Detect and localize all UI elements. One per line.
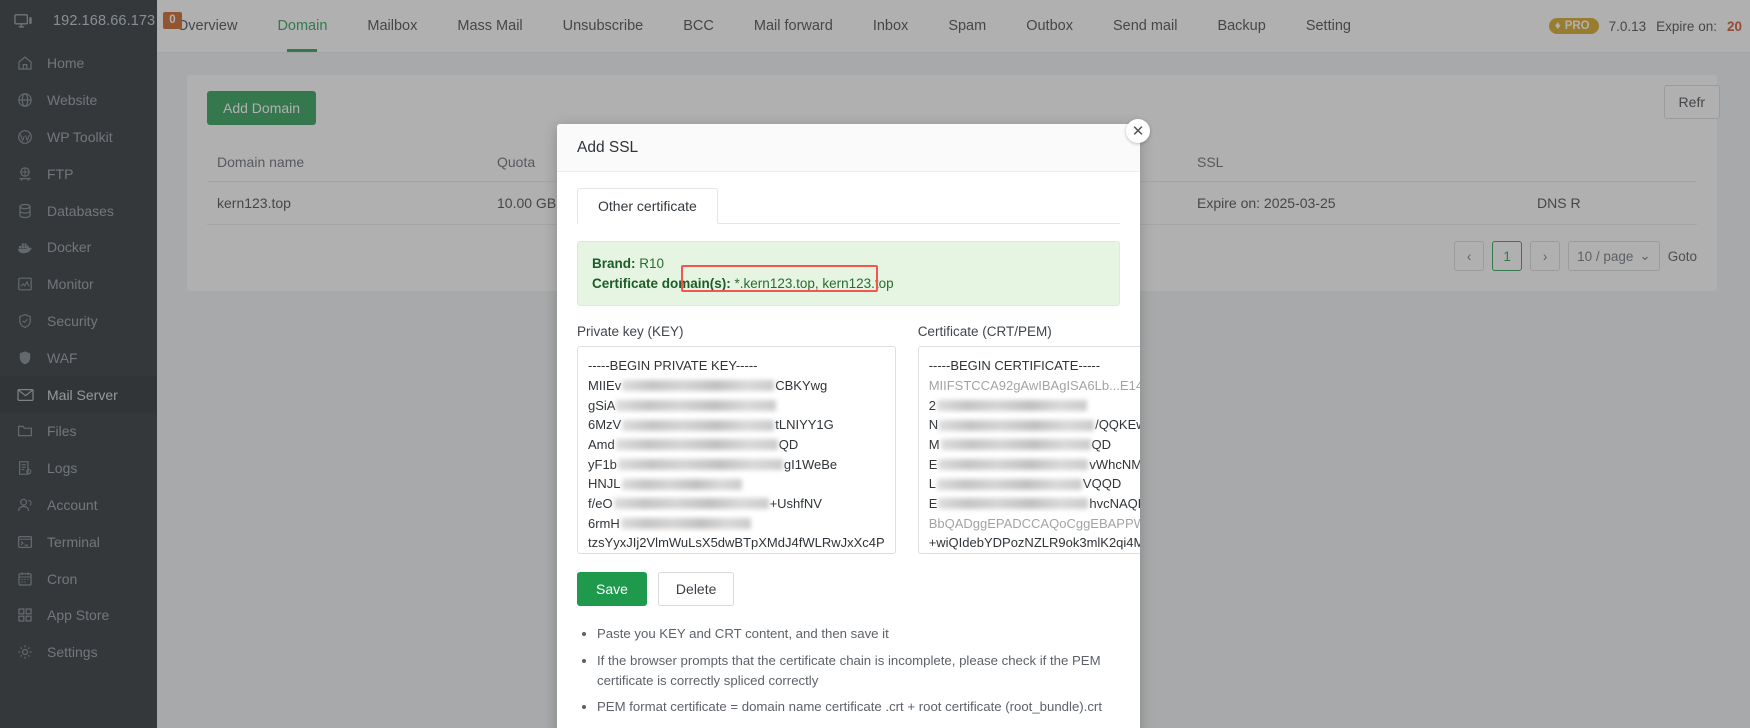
redacted-text [616, 439, 778, 450]
text-line: HNJL [588, 474, 885, 494]
domains-row: Certificate domain(s): *.kern123.top, ke… [592, 274, 1105, 294]
redacted-text [622, 420, 774, 431]
line-prefix: -----BEGIN PRIVATE KEY----- [588, 356, 757, 376]
line-suffix: CBKYwg [775, 376, 827, 396]
line-prefix: E [929, 494, 938, 514]
redacted-text [616, 400, 776, 411]
certificate-field: Certificate (CRT/PEM) -----BEGIN CERTIFI… [918, 324, 1140, 554]
text-line: 2 [929, 396, 1140, 416]
line-suffix: QD [779, 435, 799, 455]
redacted-text [937, 400, 1087, 411]
line-suffix: hvcNAQE [1089, 494, 1140, 514]
private-key-input[interactable]: -----BEGIN PRIVATE KEY-----MIIEv CBKYwg gS… [577, 346, 896, 554]
certificate-fields: Private key (KEY) -----BEGIN PRIVATE KEY… [577, 324, 1120, 554]
line-prefix: 6rmH [588, 514, 620, 534]
certificate-info-banner: Brand: R10 Certificate domain(s): *.kern… [577, 241, 1120, 306]
tip-item: Paste you KEY and CRT content, and then … [597, 624, 1120, 644]
redacted-text [937, 479, 1082, 490]
delete-button[interactable]: Delete [658, 572, 734, 606]
line-suffix: /QQKEw1 [1095, 415, 1140, 435]
text-line: MIIEv CBKYwg [588, 376, 885, 396]
line-prefix: 6MzV [588, 415, 621, 435]
help-tips: Paste you KEY and CRT content, and then … [577, 624, 1120, 718]
line-prefix: -----BEGIN CERTIFICATE----- [929, 356, 1100, 376]
private-key-field: Private key (KEY) -----BEGIN PRIVATE KEY… [577, 324, 896, 554]
certificate-label: Certificate (CRT/PEM) [918, 324, 1140, 339]
line-prefix: HNJL [588, 474, 621, 494]
line-prefix: +wiQIdebYDPozNZLR9ok3mlK2qi4MB9nXIKfstd [929, 533, 1140, 553]
text-line: BbQADggEPADCCAQoCggEBAPPW [929, 514, 1140, 534]
text-line: MIIFSTCCA92gAwIBAgISA6Lb...E14TBLWg/Nu1e [929, 376, 1140, 396]
line-suffix: +UshfNV [770, 494, 822, 514]
line-suffix: tLNIYY1G [775, 415, 834, 435]
redacted-text [941, 439, 1091, 450]
add-ssl-dialog: Add SSL Other certificate Brand: R10 Cer… [557, 124, 1140, 728]
dialog-actions: Save Delete [577, 572, 1120, 606]
domains-label: Certificate domain(s): [592, 276, 731, 291]
brand-row: Brand: R10 [592, 254, 1105, 274]
tip-item: If the browser prompts that the certific… [597, 651, 1120, 692]
line-prefix: Amd [588, 435, 615, 455]
app-root: 192.168.66.173 0 Home Website WP Toolkit [0, 0, 1750, 728]
line-suffix: QD [1092, 435, 1112, 455]
line-suffix: VQQD [1083, 474, 1121, 494]
dialog-body: Other certificate Brand: R10 Certificate… [557, 172, 1140, 728]
redacted-text [939, 420, 1094, 431]
text-line: EvWhcNMj [929, 455, 1140, 475]
line-prefix: 2 [929, 396, 936, 416]
brand-label: Brand: [592, 256, 636, 271]
redacted-text [621, 518, 751, 529]
text-line: yF1b gI1WeBe [588, 455, 885, 475]
dialog-header: Add SSL [557, 124, 1140, 172]
line-prefix: N [929, 415, 938, 435]
tab-other-certificate[interactable]: Other certificate [577, 188, 718, 224]
line-prefix: yF1b [588, 455, 617, 475]
text-line: Amd QD [588, 435, 885, 455]
redacted-text [938, 459, 1088, 470]
line-prefix: M [929, 435, 940, 455]
text-line: EhvcNAQE [929, 494, 1140, 514]
redacted-text [938, 498, 1088, 509]
close-icon[interactable]: ✕ [1126, 119, 1150, 143]
brand-value: R10 [639, 256, 664, 271]
text-line: -----BEGIN CERTIFICATE----- [929, 356, 1140, 376]
line-prefix: BbQADggEPADCCAQoCggEBAPPW [929, 514, 1140, 534]
text-line: f/eO +UshfNV [588, 494, 885, 514]
text-line: L VQQD [929, 474, 1140, 494]
dialog-title: Add SSL [577, 139, 638, 157]
line-prefix: L [929, 474, 936, 494]
line-prefix: MIIFSTCCA92gAwIBAgISA6Lb...E14TBLWg/Nu1e [929, 376, 1140, 396]
save-button[interactable]: Save [577, 572, 647, 606]
line-prefix: tzsYyxJIj2VlmWuLsX5dwBTpXMdJ4fWLRwJxXc4P [588, 533, 885, 553]
text-line: N/QQKEw1 [929, 415, 1140, 435]
text-line: +wiQIdebYDPozNZLR9ok3mlK2qi4MB9nXIKfstd [929, 533, 1140, 553]
text-line: 6MzV tLNIYY1G [588, 415, 885, 435]
line-prefix: E [929, 455, 938, 475]
redacted-text [614, 498, 769, 509]
text-line: tzsYyxJIj2VlmWuLsX5dwBTpXMdJ4fWLRwJxXc4P [588, 533, 885, 553]
line-prefix: MIIEv [588, 376, 621, 396]
line-prefix: gSiA [588, 396, 615, 416]
redacted-text [622, 380, 774, 391]
tip-item: PEM format certificate = domain name cer… [597, 697, 1120, 717]
text-line: 6rmH [588, 514, 885, 534]
text-line: gSiA [588, 396, 885, 416]
redacted-text [622, 479, 742, 490]
line-prefix: f/eO [588, 494, 613, 514]
domains-value: *.kern123.top, kern123.top [735, 276, 894, 291]
private-key-label: Private key (KEY) [577, 324, 896, 339]
text-line: M QD [929, 435, 1140, 455]
certificate-input[interactable]: -----BEGIN CERTIFICATE-----MIIFSTCCA92gA… [918, 346, 1140, 554]
line-suffix: vWhcNMj [1089, 455, 1140, 475]
certificate-tabs: Other certificate [577, 188, 1120, 224]
redacted-text [618, 459, 783, 470]
line-suffix: gI1WeBe [784, 455, 837, 475]
text-line: -----BEGIN PRIVATE KEY----- [588, 356, 885, 376]
